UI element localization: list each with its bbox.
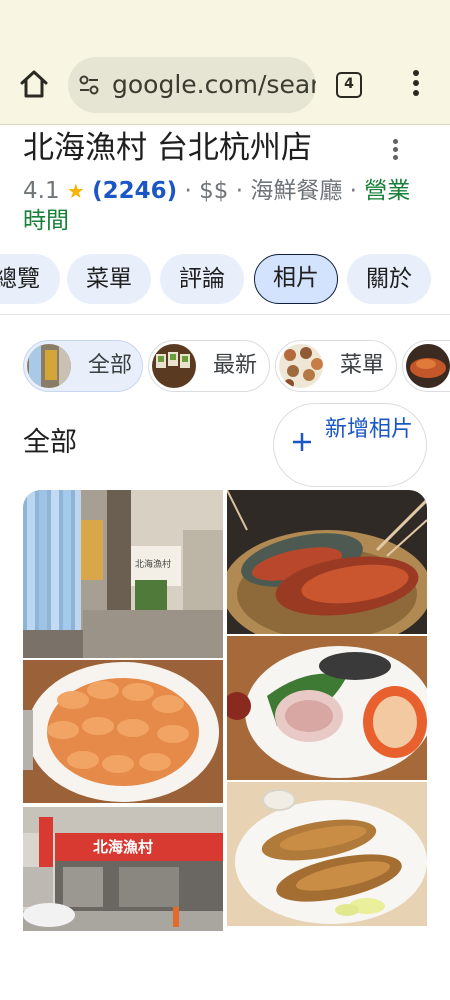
browser-toolbar: google.com/search 4 bbox=[0, 0, 450, 124]
exterior-sign-text: 北海漁村 bbox=[93, 838, 153, 856]
chip-latest[interactable]: 最新 bbox=[148, 340, 270, 392]
tab-menu[interactable]: 菜單 bbox=[67, 254, 151, 304]
tab-photos[interactable]: 相片 bbox=[254, 254, 338, 304]
lobster-basket-photo[interactable] bbox=[227, 490, 427, 634]
section-title: 全部 bbox=[23, 427, 77, 458]
tab-overview[interactable]: 總覽 bbox=[0, 254, 60, 304]
chip-menu[interactable]: 菜單 bbox=[275, 340, 397, 392]
tab-reviews[interactable]: 評論 bbox=[160, 254, 244, 304]
place-tabs: 總覽 菜單 評論 相片 關於 bbox=[0, 254, 450, 306]
meta-separator: · bbox=[235, 178, 244, 204]
chip-latest-thumbnail bbox=[152, 344, 196, 388]
tab-switcher-button[interactable]: 4 bbox=[336, 72, 362, 98]
place-category: 海鮮餐廳 bbox=[250, 178, 343, 204]
chip-all-thumbnail bbox=[27, 344, 71, 388]
fried-fish-photo[interactable] bbox=[227, 782, 427, 926]
tab-about[interactable]: 關於 bbox=[347, 254, 431, 304]
price-level: $$ bbox=[199, 178, 229, 204]
tabs-divider bbox=[0, 314, 450, 315]
plus-icon bbox=[290, 430, 314, 454]
restaurant-interior-photo[interactable]: 北海漁村 bbox=[23, 490, 223, 658]
place-meta: 4.1 ★ (2246) · $$ · 海鮮餐廳 · 營業時間 bbox=[23, 176, 433, 236]
home-icon[interactable] bbox=[16, 66, 52, 102]
chip-more-thumbnail bbox=[406, 344, 450, 388]
chip-all-label: 全部 bbox=[88, 353, 133, 378]
star-icon: ★ bbox=[66, 179, 85, 203]
address-bar[interactable]: google.com/search bbox=[68, 57, 316, 113]
browser-menu-icon[interactable] bbox=[402, 68, 430, 100]
site-settings-icon[interactable] bbox=[78, 74, 100, 96]
add-photo-label: 新增相片 bbox=[324, 417, 413, 442]
chip-more[interactable] bbox=[402, 340, 450, 392]
place-title: 北海漁村 台北杭州店 bbox=[23, 130, 312, 166]
interior-sign-text: 北海漁村 bbox=[135, 558, 171, 570]
url-text: google.com/search bbox=[112, 70, 316, 99]
rating-value: 4.1 bbox=[23, 178, 60, 204]
seafood-platter-photo[interactable] bbox=[227, 636, 427, 780]
chip-menu-label: 菜單 bbox=[340, 353, 385, 378]
add-photo-button[interactable]: 新增相片 bbox=[273, 403, 427, 487]
meta-separator: · bbox=[349, 178, 357, 204]
chip-latest-label: 最新 bbox=[213, 353, 258, 378]
more-options-icon[interactable] bbox=[384, 137, 406, 165]
chip-all[interactable]: 全部 bbox=[23, 340, 143, 392]
toolbar-divider bbox=[0, 124, 450, 125]
chip-menu-thumbnail bbox=[279, 344, 323, 388]
photo-filter-chips: 全部 最新 菜單 bbox=[0, 340, 450, 394]
restaurant-exterior-photo[interactable]: 北海漁村 bbox=[23, 807, 223, 931]
review-count-link[interactable]: (2246) bbox=[92, 178, 177, 204]
shrimp-plate-photo[interactable] bbox=[23, 660, 223, 803]
meta-separator: · bbox=[184, 178, 192, 204]
